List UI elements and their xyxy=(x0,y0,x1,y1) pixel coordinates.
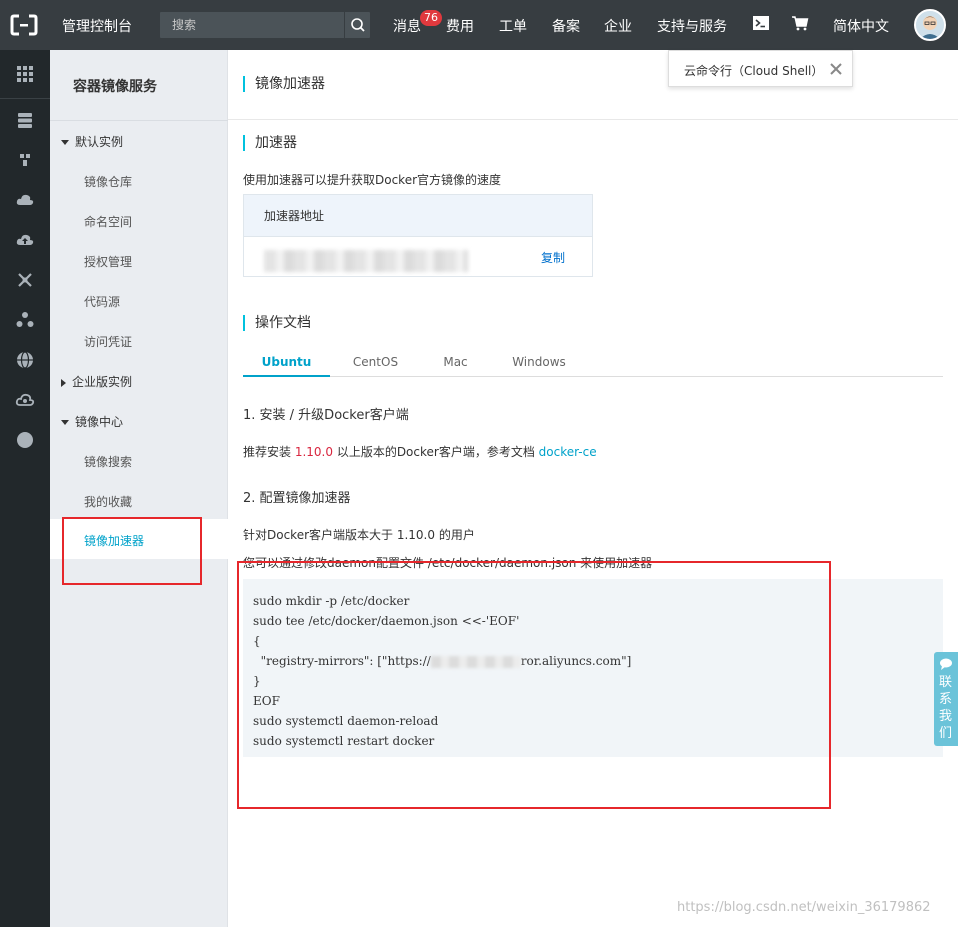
redacted-address xyxy=(264,250,468,272)
contact-us-button[interactable]: 联系我们 xyxy=(934,652,958,746)
nav-billing[interactable]: 费用 xyxy=(446,16,474,36)
group-label: 默认实例 xyxy=(75,135,124,149)
settings-cloud-icon[interactable] xyxy=(15,390,35,410)
step1-description: 推荐安装 1.10.0 以上版本的Docker客户端，参考文档 docker-c… xyxy=(243,443,597,460)
annotation-box-code xyxy=(237,561,831,809)
apps-grid-icon[interactable] xyxy=(15,64,35,84)
copy-link[interactable]: 复制 xyxy=(541,249,565,266)
icon-sidebar xyxy=(0,50,50,927)
caret-right-icon xyxy=(61,378,66,387)
nav-enterprise[interactable]: 企业 xyxy=(604,16,632,36)
sidebar-item-favorites[interactable]: 我的收藏 xyxy=(84,493,132,510)
group-label: 镜像中心 xyxy=(75,415,124,429)
docker-ce-link[interactable]: docker-ce xyxy=(539,445,597,459)
database-icon[interactable] xyxy=(15,110,35,130)
sidebar-item-authorization[interactable]: 授权管理 xyxy=(84,253,132,270)
sidebar-item-image-search[interactable]: 镜像搜索 xyxy=(84,453,132,470)
tab-windows[interactable]: Windows xyxy=(499,355,579,377)
sidebar-divider xyxy=(50,120,228,121)
tab-mac[interactable]: Mac xyxy=(423,355,488,377)
nav-filing[interactable]: 备案 xyxy=(552,16,580,36)
tooltip-text: 云命令行（Cloud Shell） xyxy=(684,64,824,78)
sidebar-item-repositories[interactable]: 镜像仓库 xyxy=(84,173,132,190)
page-title: 镜像加速器 xyxy=(243,76,325,92)
accelerator-description: 使用加速器可以提升获取Docker官方镜像的速度 xyxy=(243,173,502,187)
tab-ubuntu[interactable]: Ubuntu xyxy=(243,355,330,377)
contact-us-label: 联系我们 xyxy=(939,675,953,741)
step1-desc-mid: 以上版本的Docker客户端，参考文档 xyxy=(333,445,539,459)
sidebar-item-code-source[interactable]: 代码源 xyxy=(84,293,120,310)
step2-description-1: 针对Docker客户端版本大于 1.10.0 的用户 xyxy=(243,528,475,542)
accelerator-section-title: 加速器 xyxy=(243,135,297,151)
cart-icon[interactable] xyxy=(791,14,809,32)
cloud-shell-tooltip: 云命令行（Cloud Shell） xyxy=(668,50,853,87)
search-icon xyxy=(351,18,365,32)
messages-badge: 76 xyxy=(420,10,442,26)
circle-icon[interactable] xyxy=(15,430,35,450)
os-tabs: Ubuntu CentOS Mac Windows xyxy=(243,355,943,377)
aliyun-logo-icon[interactable] xyxy=(10,13,38,37)
sidebar-group-default-instance[interactable]: 默认实例 xyxy=(61,133,123,150)
version-text: 1.10.0 xyxy=(294,445,333,459)
close-icon[interactable] xyxy=(829,62,843,76)
cloud-icon[interactable] xyxy=(15,190,35,210)
sidebar-group-image-center[interactable]: 镜像中心 xyxy=(61,413,123,430)
watermark: https://blog.csdn.net/weixin_36179862 xyxy=(677,900,931,915)
avatar-icon xyxy=(916,11,944,39)
accelerator-address-table: 加速器地址 复制 xyxy=(243,194,593,277)
nav-messages[interactable]: 消息 xyxy=(393,16,421,36)
cloud-upload-icon[interactable] xyxy=(15,230,35,250)
search-input[interactable] xyxy=(160,12,344,38)
service-sidebar: 容器镜像服务 默认实例 镜像仓库 命名空间 授权管理 代码源 访问凭证 企业版实… xyxy=(50,50,228,927)
iconbar-divider xyxy=(0,98,50,99)
sidebar-item-namespaces[interactable]: 命名空间 xyxy=(84,213,132,230)
top-bar: 管理控制台 消息 76 费用 工单 备案 企业 支持与服务 简体中文 xyxy=(0,0,958,50)
search-button[interactable] xyxy=(344,12,370,38)
sidebar-group-enterprise-instance[interactable]: 企业版实例 xyxy=(61,373,132,390)
language-switch[interactable]: 简体中文 xyxy=(833,16,889,36)
group-label: 企业版实例 xyxy=(72,375,133,389)
nav-support[interactable]: 支持与服务 xyxy=(657,16,727,36)
sidebar-item-access-credentials[interactable]: 访问凭证 xyxy=(84,333,132,350)
caret-down-icon xyxy=(61,140,69,145)
table-header: 加速器地址 xyxy=(244,195,592,237)
globe-icon[interactable] xyxy=(15,350,35,370)
cubes-icon[interactable] xyxy=(15,150,35,170)
annotation-box-sidebar xyxy=(62,517,202,585)
avatar[interactable] xyxy=(914,9,946,41)
tab-centos[interactable]: CentOS xyxy=(338,355,413,377)
header-divider xyxy=(228,119,958,120)
network-icon[interactable] xyxy=(15,270,35,290)
step1-title: 1. 安装 / 升级Docker客户端 xyxy=(243,408,409,423)
chat-icon xyxy=(940,658,952,670)
caret-down-icon xyxy=(61,420,69,425)
cluster-icon[interactable] xyxy=(15,310,35,330)
search-box[interactable] xyxy=(160,12,370,38)
docs-section-title: 操作文档 xyxy=(243,315,311,331)
nav-tickets[interactable]: 工单 xyxy=(499,16,527,36)
console-title[interactable]: 管理控制台 xyxy=(62,16,132,36)
cloud-shell-icon[interactable] xyxy=(752,14,770,32)
step2-title: 2. 配置镜像加速器 xyxy=(243,491,351,506)
step1-desc-prefix: 推荐安装 xyxy=(243,445,295,459)
service-title: 容器镜像服务 xyxy=(73,79,157,95)
